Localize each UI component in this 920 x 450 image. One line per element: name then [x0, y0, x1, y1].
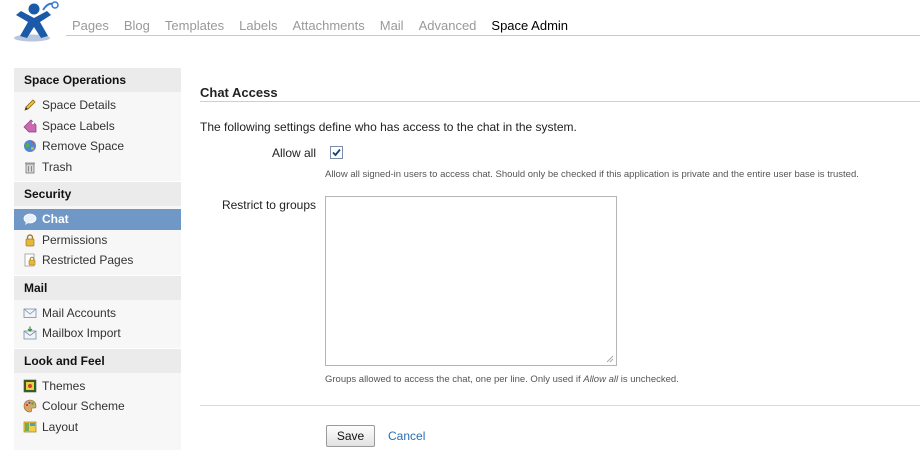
tag-icon — [23, 119, 37, 133]
sidebar-section-mail: Mail — [14, 274, 181, 300]
sidebar-item-permissions[interactable]: Permissions — [14, 230, 181, 251]
palette-icon — [23, 399, 37, 413]
globe-icon — [23, 139, 37, 153]
sidebar-item-label: Trash — [42, 159, 73, 174]
sidebar-item-label: Mail Accounts — [42, 305, 117, 320]
lock-icon — [23, 233, 37, 247]
restrict-groups-textarea[interactable] — [325, 196, 617, 366]
sidebar-item-restricted-pages[interactable]: Restricted Pages — [14, 250, 181, 271]
sidebar-section-look-and-feel: Look and Feel — [14, 347, 181, 373]
sidebar-item-trash[interactable]: Trash — [14, 157, 181, 178]
sidebar-item-mail-accounts[interactable]: Mail Accounts — [14, 303, 181, 324]
allow-all-hint: Allow all signed-in users to access chat… — [325, 169, 859, 180]
sidebar-section-space-operations: Space Operations — [14, 67, 181, 92]
sidebar-item-label: Mailbox Import — [42, 326, 121, 340]
sidebar-item-themes[interactable]: Themes — [14, 376, 181, 397]
hint-emphasis: Allow all — [583, 374, 619, 385]
sidebar-item-label: Layout — [42, 419, 79, 434]
mailbox-import-icon — [23, 326, 37, 340]
sidebar-section-items: Chat Permissions Restricted Pages — [14, 206, 181, 275]
sidebar-section-items: Space Details Space Labels Remove Space Tra… — [14, 92, 181, 181]
nav-mail[interactable]: Mail — [380, 18, 404, 34]
checkmark-icon — [332, 148, 341, 157]
sidebar-item-label: Space Labels — [42, 118, 115, 133]
sidebar-item-label: Remove Space — [42, 139, 125, 153]
sidebar-item-chat[interactable]: Chat — [14, 209, 181, 230]
layout-icon — [23, 420, 37, 434]
sidebar-item-remove-space[interactable]: Remove Space — [14, 136, 181, 157]
sidebar-item-space-labels[interactable]: Space Labels — [14, 116, 181, 137]
allow-all-checkbox[interactable] — [330, 146, 343, 159]
nav-blog[interactable]: Blog — [124, 18, 150, 34]
restrict-groups-hint: Groups allowed to access the chat, one p… — [325, 374, 679, 385]
sidebar-item-label: Colour Scheme — [42, 399, 125, 413]
restrict-groups-label: Restrict to groups — [221, 198, 316, 212]
allow-all-label: Allow all — [271, 146, 316, 160]
top-bar: Pages Blog Templates Labels Attachments Mail A… — [0, 0, 920, 46]
title-divider — [200, 101, 920, 102]
nav-attachments[interactable]: Attachments — [292, 18, 364, 34]
form-divider — [200, 405, 920, 406]
intro-text: The following settings define who has ac… — [200, 120, 577, 134]
nav-divider — [66, 35, 920, 36]
save-button[interactable]: Save — [326, 425, 375, 447]
sidebar-section-items: Themes Colour Scheme Layout — [14, 373, 181, 442]
trash-icon — [23, 160, 37, 174]
hint-text-before: Groups allowed to access the chat, one p… — [325, 374, 584, 385]
hint-text-after: is unchecked. — [618, 374, 679, 385]
nav-templates[interactable]: Templates — [165, 18, 224, 34]
pencil-icon — [23, 98, 37, 112]
sidebar-item-label: Restricted Pages — [42, 253, 134, 267]
main-nav: Pages Blog Templates Labels Attachments Mail A… — [72, 18, 583, 34]
sidebar-item-mailbox-import[interactable]: Mailbox Import — [14, 323, 181, 344]
nav-advanced[interactable]: Advanced — [419, 18, 477, 34]
sidebar-item-space-details[interactable]: Space Details — [14, 95, 181, 116]
sidebar-item-label: Space Details — [42, 98, 117, 112]
resize-handle-icon[interactable] — [606, 355, 614, 363]
sidebar-item-label: Chat — [42, 212, 69, 226]
nav-pages[interactable]: Pages — [72, 18, 109, 34]
nav-space-admin[interactable]: Space Admin — [491, 18, 568, 34]
page-title: Chat Access — [200, 85, 278, 100]
sidebar-item-colour-scheme[interactable]: Colour Scheme — [14, 396, 181, 417]
sidebar-section-security: Security — [14, 181, 181, 206]
logo-icon[interactable] — [10, 0, 60, 44]
restricted-page-icon — [23, 253, 37, 267]
themes-icon — [23, 379, 37, 393]
envelope-icon — [23, 306, 37, 320]
sidebar-item-label: Themes — [42, 378, 86, 393]
admin-sidebar: Space Operations Space Details Space Label… — [14, 67, 181, 450]
nav-labels[interactable]: Labels — [239, 18, 277, 34]
sidebar-section-items: Mail Accounts Mailbox Import — [14, 300, 181, 348]
cancel-link[interactable]: Cancel — [388, 429, 425, 443]
chat-access-panel: Chat Access The following settings defin… — [200, 80, 920, 447]
sidebar-item-label: Permissions — [42, 232, 108, 247]
chat-bubble-icon — [23, 212, 37, 226]
sidebar-item-layout[interactable]: Layout — [14, 417, 181, 438]
